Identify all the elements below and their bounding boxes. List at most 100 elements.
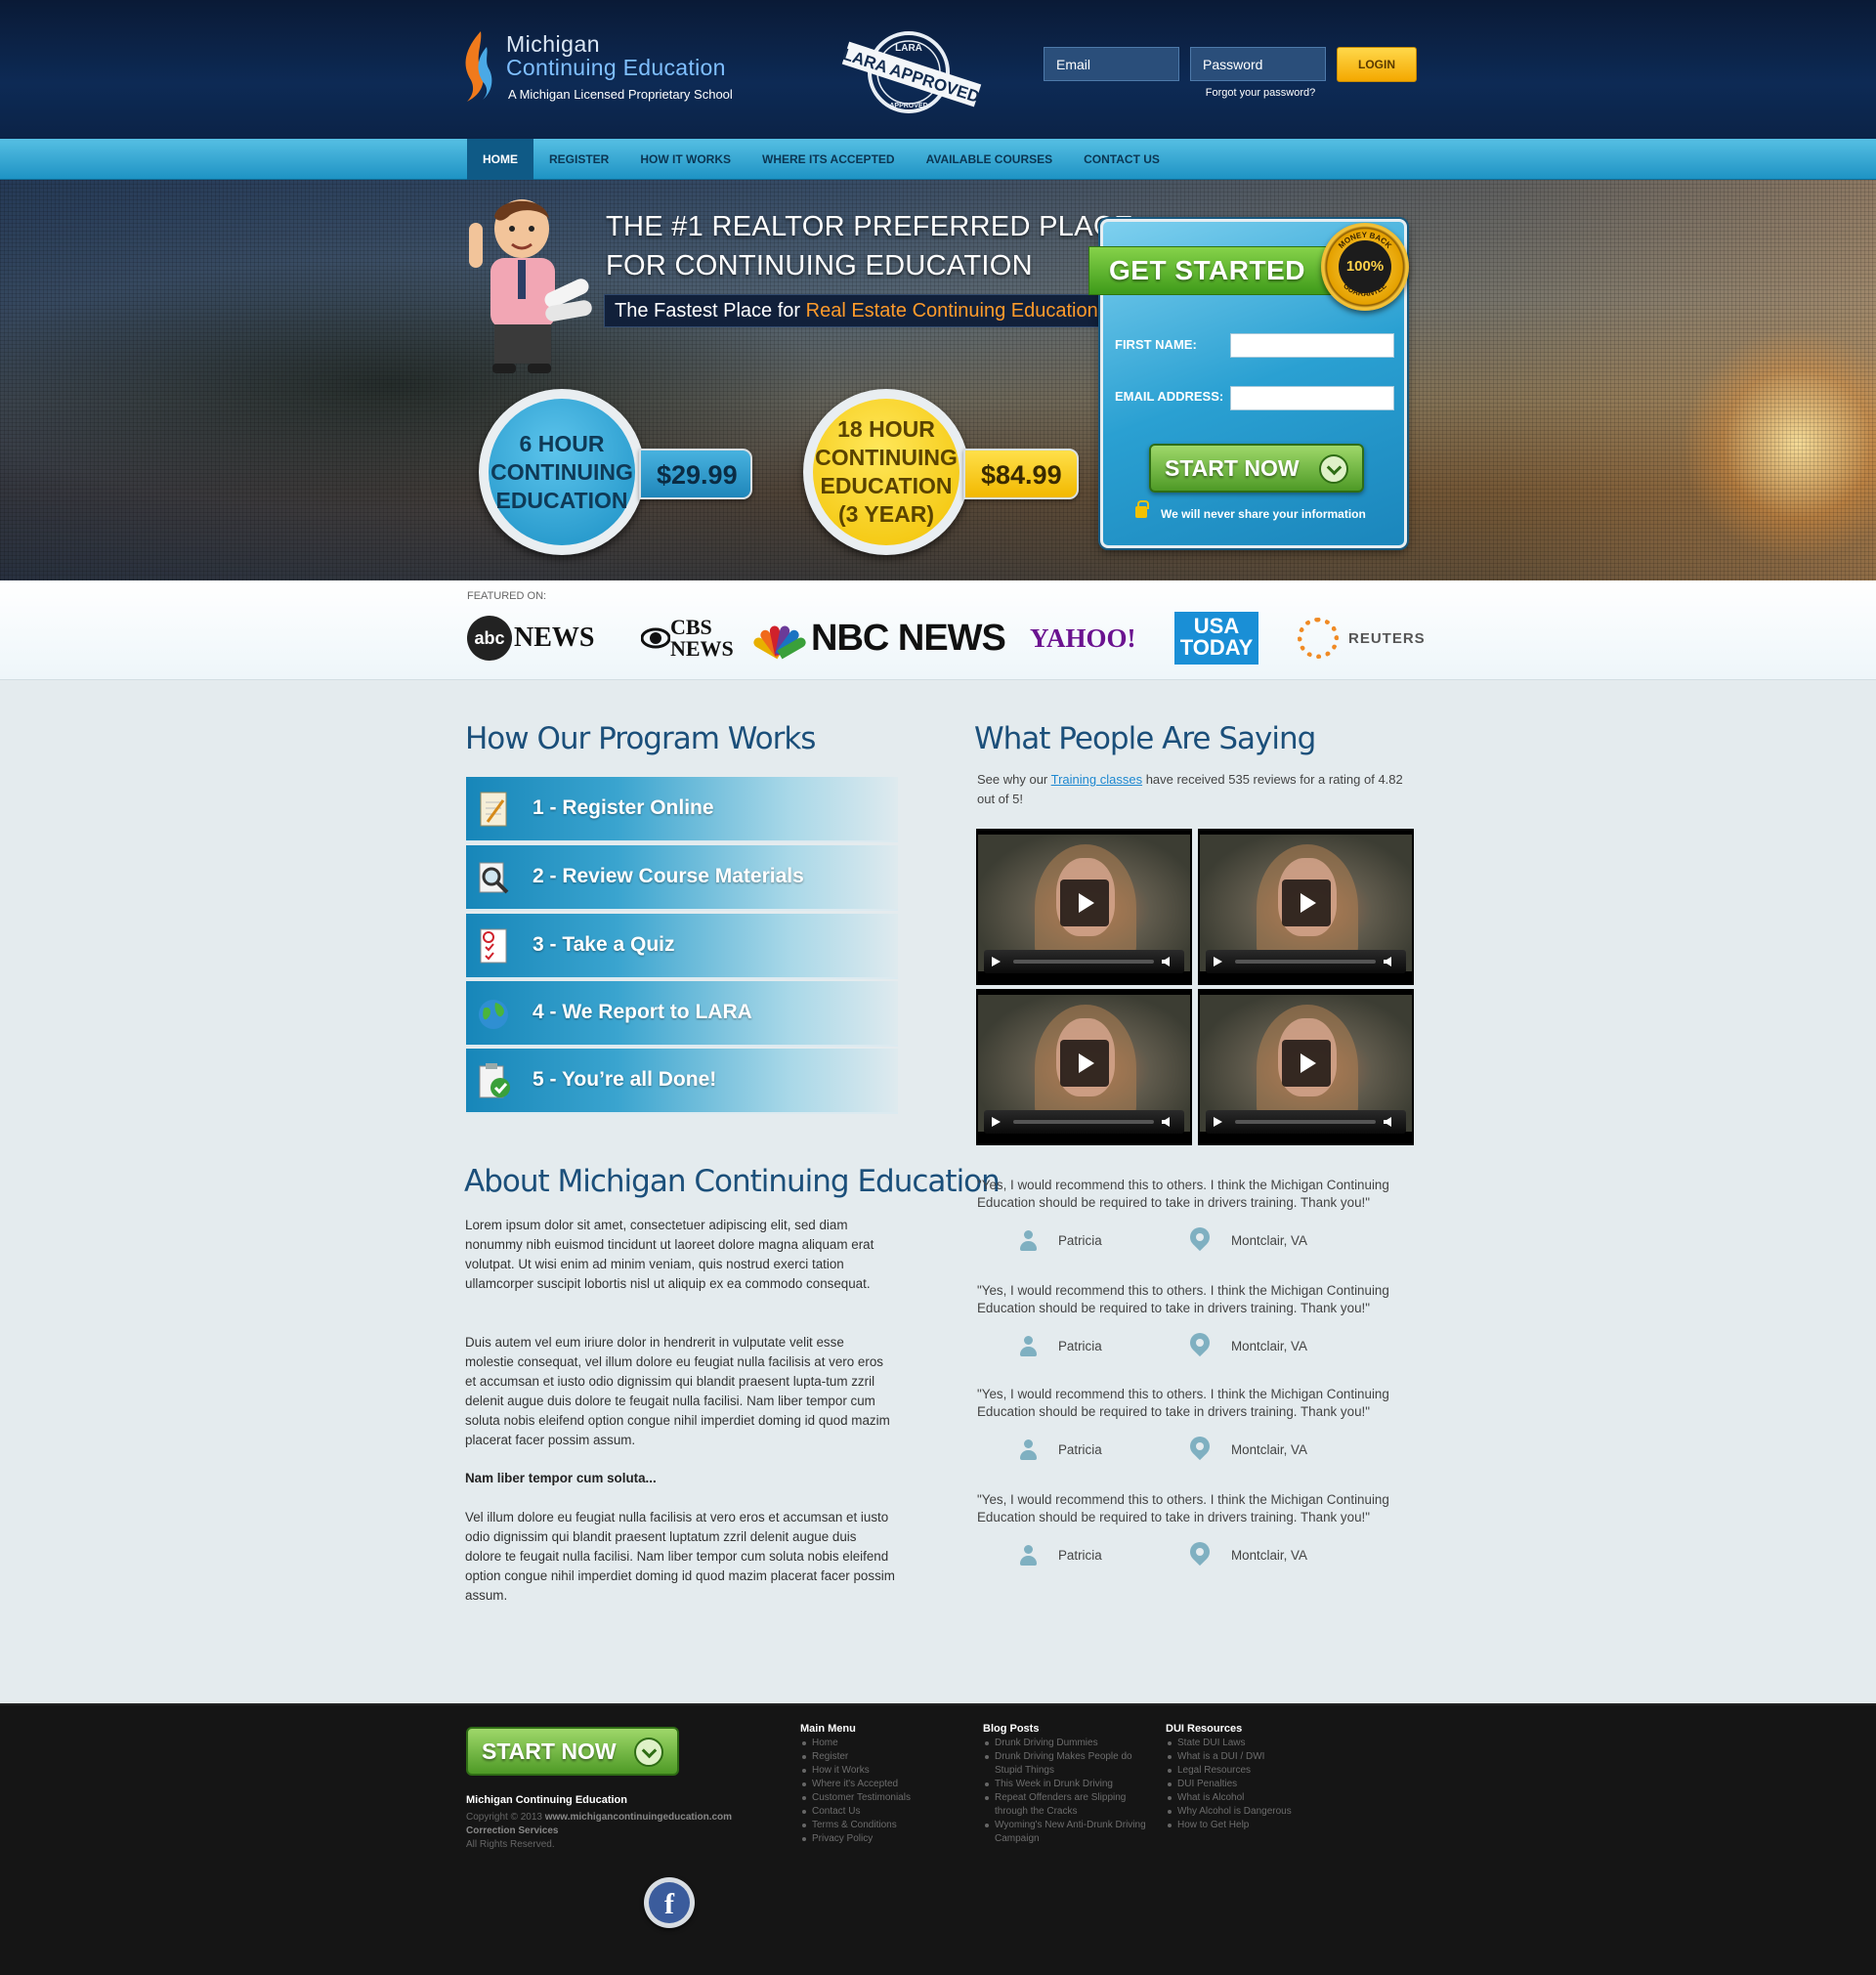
video-seekbar[interactable] (1013, 960, 1154, 964)
training-classes-link[interactable]: Training classes (1051, 772, 1142, 787)
nav-item-home[interactable]: HOME (467, 139, 533, 180)
nav-item-register[interactable]: REGISTER (533, 139, 624, 180)
stamp-main-text: LARA APPROVED (840, 45, 982, 107)
reuters-dots-icon (1298, 618, 1339, 659)
about-title: About Michigan Continuing Education (464, 1164, 1001, 1199)
footer-link[interactable]: Repeat Offenders are Slipping through th… (983, 1791, 1149, 1819)
nav-item-contact-us[interactable]: CONTACT US (1068, 139, 1175, 180)
register-icon (480, 792, 507, 827)
nav-item-how-it-works[interactable]: HOW IT WORKS (624, 139, 746, 180)
start-now-button[interactable]: START NOW (1149, 444, 1364, 493)
login-password-input[interactable]: Password (1190, 47, 1326, 81)
testimonial-quote: "Yes, I would recommend this to others. … (977, 1387, 1389, 1419)
nbc-peacock-icon (751, 622, 808, 660)
footer-link[interactable]: Drunk Driving Dummies (983, 1737, 1149, 1750)
footer-link[interactable]: What is Alcohol (1166, 1791, 1332, 1805)
email-address-label: EMAIL ADDRESS: (1115, 389, 1224, 404)
first-name-input[interactable] (1230, 333, 1394, 358)
email-address-input[interactable] (1230, 386, 1394, 410)
forgot-password-link[interactable]: Forgot your password? (1192, 87, 1329, 99)
offer-18-hour-price[interactable]: $84.99 (963, 449, 1079, 499)
money-back-badge: MONEY BACK GUARANTEE 100% (1321, 223, 1409, 311)
flame-logo-icon (465, 31, 492, 102)
cbs-text-bottom: NEWS (670, 636, 734, 661)
volume-icon[interactable] (1162, 957, 1170, 966)
volume-icon[interactable] (1384, 957, 1391, 966)
offer-6-hour-price[interactable]: $29.99 (639, 449, 752, 499)
facebook-icon[interactable]: f (644, 1877, 695, 1928)
footer-link[interactable]: State DUI Laws (1166, 1737, 1332, 1750)
footer-link[interactable]: Contact Us (800, 1805, 966, 1819)
footer-link[interactable]: How to Get Help (1166, 1819, 1332, 1832)
video-seekbar[interactable] (1235, 960, 1376, 964)
footer-link[interactable]: Privacy Policy (800, 1832, 966, 1846)
magnifier-icon (479, 862, 509, 894)
footer-link[interactable]: Where it's Accepted (800, 1778, 966, 1791)
volume-icon[interactable] (1384, 1117, 1391, 1127)
footer-link[interactable]: DUI Penalties (1166, 1778, 1332, 1791)
video-seekbar[interactable] (1013, 1120, 1154, 1124)
footer-link[interactable]: How it Works (800, 1764, 966, 1778)
play-icon[interactable] (1282, 880, 1331, 926)
footer-link[interactable]: Drunk Driving Makes People do Stupid Thi… (983, 1750, 1149, 1778)
volume-icon[interactable] (1162, 1117, 1170, 1127)
footer-start-now-button[interactable]: START NOW (466, 1727, 679, 1776)
step-take-quiz[interactable]: 3 - Take a Quiz (466, 914, 898, 979)
usa-today-mark: USA TODAY (1174, 612, 1258, 665)
usa-today-top: USA (1193, 614, 1240, 638)
hero-tagline-highlight: Real Estate Continuing Education (805, 300, 1098, 322)
testimonial-name: Patricia (1058, 1548, 1102, 1563)
offer-18-hour[interactable]: 18 HOUR CONTINUING EDUCATION (3 YEAR) (803, 389, 969, 555)
video-controls (984, 950, 1184, 973)
site-logo[interactable]: Michigan Continuing Education A Michigan… (459, 27, 772, 106)
chevron-down-icon (634, 1738, 663, 1767)
play-small-icon[interactable] (992, 957, 1001, 966)
offer-18-hour-title: 18 HOUR CONTINUING EDUCATION (3 YEAR) (813, 399, 959, 545)
step-review-materials[interactable]: 2 - Review Course Materials (466, 845, 898, 911)
footer-start-now-label: START NOW (482, 1739, 617, 1764)
footer-link[interactable]: Why Alcohol is Dangerous (1166, 1805, 1332, 1819)
login-button[interactable]: LOGIN (1337, 47, 1417, 82)
footer-link[interactable]: Terms & Conditions (800, 1819, 966, 1832)
nav-item-where-accepted[interactable]: WHERE ITS ACCEPTED (746, 139, 911, 180)
footer-link[interactable]: Customer Testimonials (800, 1791, 966, 1805)
step-all-done[interactable]: 5 - You’re all Done! (466, 1049, 898, 1114)
testimonial-video[interactable] (1198, 829, 1414, 985)
play-icon[interactable] (1060, 880, 1109, 926)
step-report-lara[interactable]: 4 - We Report to LARA (466, 981, 898, 1047)
footer-link[interactable]: What is a DUI / DWI (1166, 1750, 1332, 1764)
testimonial-video[interactable] (976, 989, 1192, 1145)
footer-copyright: Copyright © 2013 www.michigancontinuinge… (466, 1811, 732, 1852)
start-now-label: START NOW (1165, 455, 1300, 481)
play-icon[interactable] (1060, 1040, 1109, 1087)
footer-link[interactable]: Wyoming's New Anti-Drunk Driving Campaig… (983, 1819, 1149, 1846)
footer-link[interactable]: This Week in Drunk Driving (983, 1778, 1149, 1791)
video-seekbar[interactable] (1235, 1120, 1376, 1124)
site-header: Michigan Continuing Education A Michigan… (0, 0, 1876, 139)
abc-text: NEWS (514, 623, 595, 653)
review-intro: See why our Training classes have receiv… (977, 770, 1407, 809)
footer-link[interactable]: Home (800, 1737, 966, 1750)
play-small-icon[interactable] (1214, 1117, 1222, 1127)
offer-6-hour[interactable]: 6 HOUR CONTINUING EDUCATION (479, 389, 645, 555)
badge-center-text: 100% (1339, 240, 1391, 293)
nav-item-available-courses[interactable]: AVAILABLE COURSES (911, 139, 1069, 180)
play-icon[interactable] (1282, 1040, 1331, 1087)
logo-title: Michigan (506, 31, 601, 57)
testimonial-video[interactable] (1198, 989, 1414, 1145)
logo-subtitle: Continuing Education (506, 55, 726, 80)
stamp-top-text: LARA (895, 43, 922, 54)
hero-headline-line2: FOR CONTINUING EDUCATION (606, 250, 1033, 281)
footer-blog-posts: Blog Posts Drunk Driving Dummies Drunk D… (983, 1723, 1149, 1846)
play-small-icon[interactable] (992, 1117, 1001, 1127)
program-title: How Our Program Works (465, 721, 816, 756)
step-register-online[interactable]: 1 - Register Online (466, 777, 898, 842)
login-email-input[interactable]: Email (1044, 47, 1179, 81)
video-controls (984, 1110, 1184, 1134)
testimonial-quote: "Yes, I would recommend this to others. … (977, 1283, 1389, 1315)
testimonial-video[interactable] (976, 829, 1192, 985)
footer-link[interactable]: Legal Resources (1166, 1764, 1332, 1778)
correction-services: Correction Services (466, 1825, 559, 1836)
play-small-icon[interactable] (1214, 957, 1222, 966)
footer-link[interactable]: Register (800, 1750, 966, 1764)
